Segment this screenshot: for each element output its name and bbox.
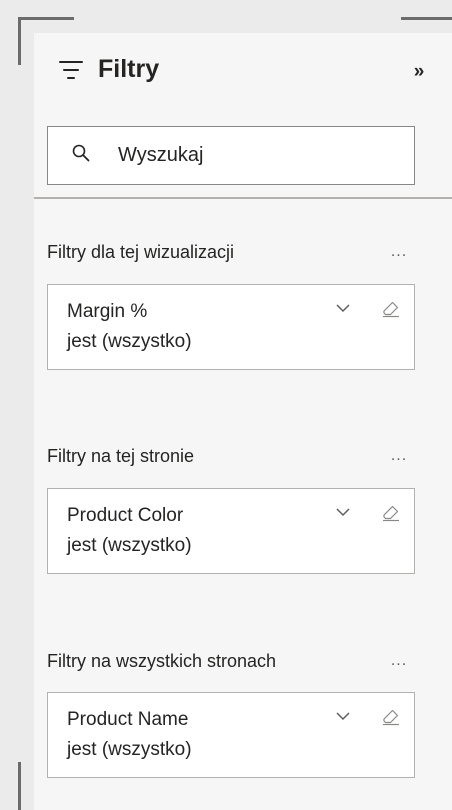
chevron-down-icon[interactable] [336, 711, 350, 721]
filter-icon [59, 61, 83, 81]
collapse-pane-button[interactable]: » [406, 59, 432, 85]
filter-card-name: Margin % [67, 301, 148, 322]
eraser-icon[interactable] [382, 708, 400, 726]
chevron-down-icon[interactable] [336, 507, 350, 517]
eraser-icon[interactable] [382, 504, 400, 522]
filter-card-name: Product Name [67, 709, 189, 730]
filter-card-margin[interactable]: Margin % jest (wszystko) [47, 284, 415, 370]
filters-pane: Filtry » Filtry dla tej wizualizacji ...… [34, 33, 452, 810]
filter-card-state: jest (wszystko) [67, 739, 192, 760]
section-label-visual-filters: Filtry dla tej wizualizacji [47, 242, 235, 262]
more-options-button[interactable]: ... [384, 652, 414, 672]
search-icon [72, 144, 90, 162]
frame-corner-top-left [18, 17, 21, 65]
more-options-button[interactable]: ... [384, 243, 414, 263]
eraser-icon[interactable] [382, 300, 400, 318]
filter-card-product-color[interactable]: Product Color jest (wszystko) [47, 488, 415, 574]
more-options-button[interactable]: ... [384, 447, 414, 467]
filter-card-name: Product Color [67, 505, 184, 526]
search-box[interactable] [47, 126, 415, 185]
filter-card-state: jest (wszystko) [67, 331, 192, 352]
filters-header: Filtry » [34, 33, 452, 118]
section-label-page-filters: Filtry na tej stronie [47, 446, 195, 466]
filter-card-state: jest (wszystko) [67, 535, 192, 556]
frame-corner-top-left [18, 17, 74, 20]
frame-corner-top-right [401, 17, 452, 20]
divider [34, 197, 452, 199]
chevron-down-icon[interactable] [336, 303, 350, 313]
search-input[interactable] [118, 139, 398, 171]
frame-corner-bottom-left [18, 762, 21, 810]
section-label-all-pages-filters: Filtry na wszystkich stronach [47, 651, 277, 671]
pane-title: Filtry [98, 55, 160, 83]
filter-card-product-name[interactable]: Product Name jest (wszystko) [47, 692, 415, 778]
